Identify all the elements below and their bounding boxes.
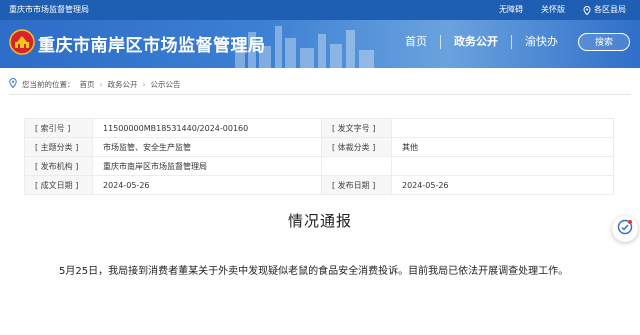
main-nav: 首页 政务公开 渝快办 [392,33,571,51]
site-header: 重庆市南岸区市场监督管理局 首页 政务公开 渝快办 搜索 [0,20,640,68]
topic-category-label: [ 主题分类 ] [24,137,93,157]
emblem-icon [9,29,35,59]
breadcrumb-separator: › [142,79,146,89]
written-date-label: [ 成文日期 ] [24,175,93,195]
breadcrumb: 您当前的位置： 首页 › 政务公开 › 公示公告 [9,77,181,90]
article-body: 5月25日，我局接到消费者董某关于外卖中发现疑似老鼠的食品安全消费投诉。目前我局… [59,266,569,277]
document-info-table: [ 索引号 ] 11500000MB18531440/2024-00160 [ … [24,118,614,195]
care-mode-link[interactable]: 关怀版 [541,0,565,20]
genre-category-label: [ 体裁分类 ] [321,137,392,157]
article-title: 情况通报 [287,212,352,230]
document-number-value [391,118,614,138]
breadcrumb-government-affairs[interactable]: 政务公开 [108,79,138,90]
empty-cell [391,156,614,176]
breadcrumb-announcements[interactable]: 公示公告 [151,79,181,90]
assistant-float-button[interactable] [612,216,638,242]
breadcrumb-divider [9,94,631,95]
publish-date-label: [ 发布日期 ] [321,175,392,195]
site-title[interactable]: 重庆市南岸区市场监督管理局 [38,31,266,56]
issuing-agency-value: 重庆市南岸区市场监督管理局 [92,156,322,176]
table-row: [ 索引号 ] 11500000MB18531440/2024-00160 [ … [24,118,614,138]
written-date-value: 2024-05-26 [92,175,322,195]
top-bar: 重庆市市场监督管理局 无障碍 关怀版 各区县局 [0,0,640,20]
topic-category-value: 市场监管、安全生产监管 [92,137,322,157]
table-row: [ 主题分类 ] 市场监管、安全生产监管 [ 体裁分类 ] 其他 [24,137,614,157]
nav-home[interactable]: 首页 [392,33,440,51]
nav-yukuaiban[interactable]: 渝快办 [512,33,571,51]
accessibility-link[interactable]: 无障碍 [499,0,523,20]
empty-cell [321,156,392,176]
search-button[interactable]: 搜索 [578,33,630,51]
table-row: [ 发布机构 ] 重庆市南岸区市场监督管理局 [24,156,614,176]
genre-category-value: 其他 [391,137,614,157]
district-label: 各区县局 [594,5,626,14]
nav-government-affairs[interactable]: 政务公开 [441,33,511,51]
location-pin-icon [583,5,591,15]
issuing-agency-label: [ 发布机构 ] [24,156,93,176]
top-links: 无障碍 关怀版 各区县局 [499,0,626,20]
document-number-label: [ 发文字号 ] [321,118,392,138]
assistant-icon [617,219,633,239]
breadcrumb-separator: › [99,79,103,89]
index-number-value: 11500000MB18531440/2024-00160 [92,118,322,138]
district-link[interactable]: 各区县局 [583,0,626,20]
index-number-label: [ 索引号 ] [24,118,93,138]
breadcrumb-prefix: 您当前的位置： [22,79,75,89]
top-site-name[interactable]: 重庆市市场监督管理局 [9,0,89,20]
table-row: [ 成文日期 ] 2024-05-26 [ 发布日期 ] 2024-05-26 [24,175,614,195]
publish-date-value: 2024-05-26 [391,175,614,195]
breadcrumb-home[interactable]: 首页 [80,79,95,90]
location-icon [9,77,17,90]
